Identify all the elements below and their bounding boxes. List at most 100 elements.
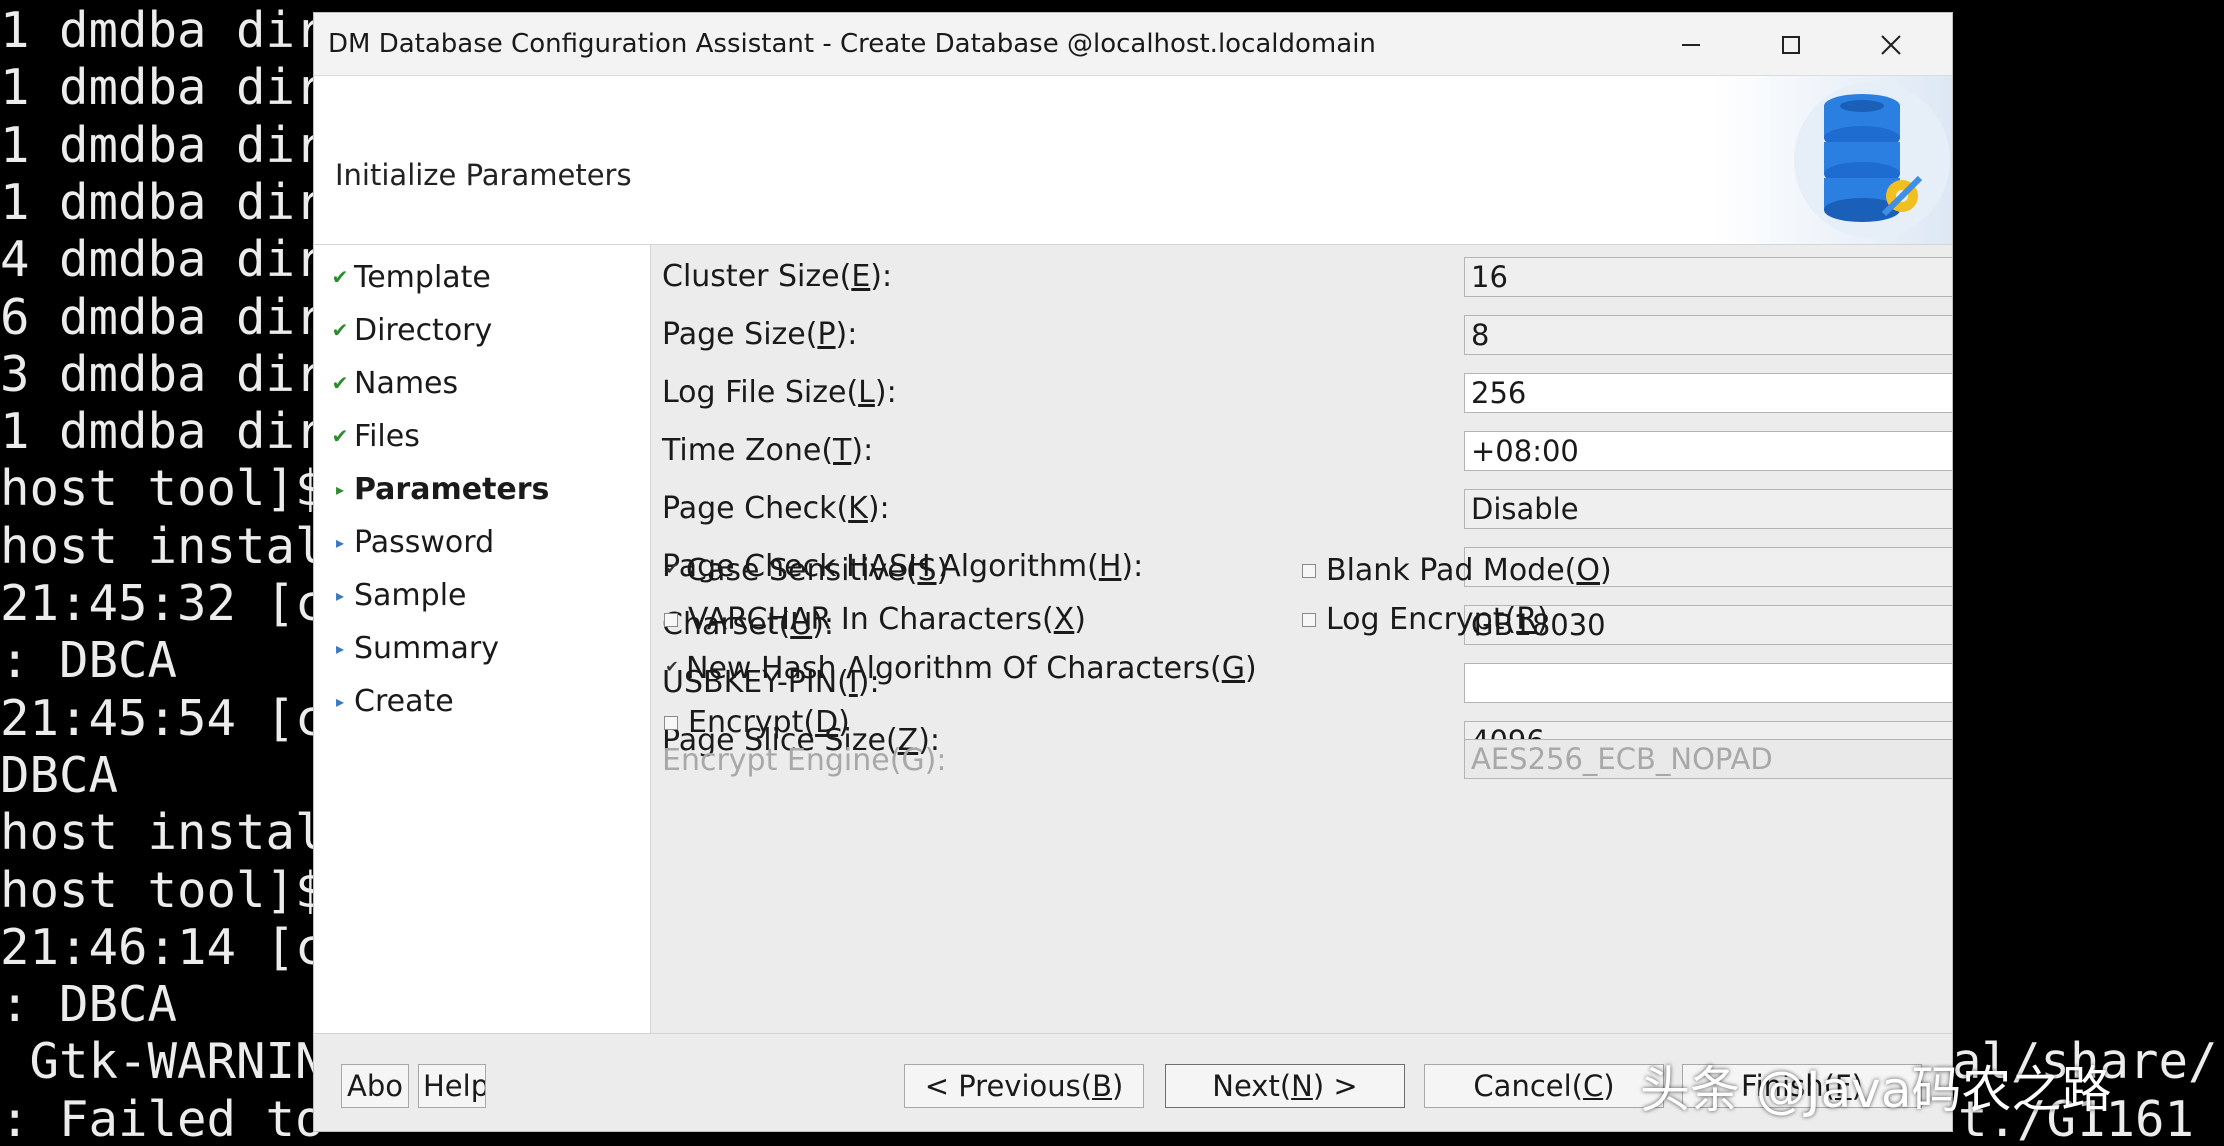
terminal-line: : Failed to bbox=[0, 1090, 325, 1146]
checkbox-row[interactable]: Blank Pad Mode(O) bbox=[1302, 553, 1612, 588]
mnemonic-key: B bbox=[1092, 1069, 1112, 1103]
label-text: ): bbox=[874, 375, 897, 410]
mnemonic-key: C bbox=[1582, 1069, 1604, 1103]
dbca-dialog: DM Database Configuration Assistant - Cr… bbox=[313, 12, 1953, 1132]
bullet-arrow-icon: ▸ bbox=[335, 479, 345, 499]
field-value: AES256_ECB_NOPAD bbox=[1471, 742, 1773, 776]
encrypt-engine-select: AES256_ECB_NOPAD⌄ bbox=[1464, 739, 1952, 779]
close-button[interactable] bbox=[1841, 19, 1941, 71]
label-text: Blank Pad Mode( bbox=[1326, 553, 1577, 588]
previous-button[interactable]: < Previous(B) bbox=[904, 1064, 1144, 1108]
step-label: Summary bbox=[354, 630, 499, 666]
label-text: ) bbox=[1111, 1069, 1124, 1103]
cancel-button[interactable]: Cancel(C) bbox=[1424, 1064, 1664, 1108]
field-value: Disable bbox=[1471, 492, 1579, 526]
step-label: Parameters bbox=[354, 471, 550, 507]
checkbox-label: Blank Pad Mode(O) bbox=[1326, 553, 1612, 588]
label-text: Page Size( bbox=[662, 317, 818, 352]
checkbox-checked-icon[interactable]: ✔ bbox=[664, 658, 680, 677]
step-files[interactable]: ✔ Files bbox=[330, 416, 420, 456]
minimize-button[interactable] bbox=[1641, 19, 1741, 71]
mnemonic-key: E bbox=[851, 259, 871, 294]
checkbox-row[interactable]: Encrypt(D) bbox=[664, 705, 850, 740]
label-text: ) bbox=[1244, 651, 1257, 686]
terminal-line: host instal bbox=[0, 804, 325, 862]
checkbox-row[interactable]: ✔ Case Sensitive(S) bbox=[664, 553, 948, 588]
label-text: ) bbox=[1603, 1069, 1615, 1103]
terminal-line: 21:45:32 [co bbox=[0, 575, 355, 632]
terminal-line: 6 dmdba dir bbox=[0, 288, 325, 346]
label-text: ): bbox=[835, 317, 858, 352]
checkbox-unchecked-icon[interactable] bbox=[664, 612, 678, 627]
checkbox-unchecked-icon[interactable] bbox=[1302, 563, 1316, 578]
checkbox-unchecked-icon[interactable] bbox=[1302, 612, 1316, 627]
mnemonic-key: N bbox=[1291, 1069, 1313, 1103]
step-label: Sample bbox=[354, 577, 467, 613]
terminal-line: 3 dmdba dir bbox=[0, 345, 325, 403]
check-icon: ✔ bbox=[331, 265, 349, 289]
param-input[interactable]: 256 bbox=[1464, 373, 1952, 413]
step-template[interactable]: ✔ Template bbox=[330, 257, 491, 297]
next-button[interactable]: Next(N) > bbox=[1165, 1064, 1405, 1108]
label-text: ) > bbox=[1312, 1069, 1358, 1103]
label-text: ) bbox=[1600, 553, 1612, 588]
page-title: Initialize Parameters bbox=[335, 158, 632, 192]
label-text: Case Sensitive( bbox=[686, 553, 918, 588]
param-select[interactable]: 8⌄ bbox=[1464, 315, 1952, 355]
step-directory[interactable]: ✔ Directory bbox=[330, 310, 493, 350]
param-select[interactable]: Disable⌄ bbox=[1464, 489, 1952, 529]
checkbox-label: New Hash Algorithm Of Characters(G) bbox=[686, 651, 1257, 686]
label-text: Time Zone( bbox=[662, 433, 834, 468]
checkbox-checked-icon[interactable]: ✔ bbox=[664, 560, 680, 579]
field-value: +08:00 bbox=[1471, 434, 1579, 468]
check-icon: ✔ bbox=[331, 318, 349, 342]
title-bar[interactable]: DM Database Configuration Assistant - Cr… bbox=[314, 13, 1952, 76]
bullet-arrow-icon: ▸ bbox=[335, 532, 345, 552]
bullet-arrow-icon: ▸ bbox=[335, 638, 345, 658]
param-select[interactable]: 16⌄ bbox=[1464, 257, 1952, 297]
label-text: Cluster Size( bbox=[662, 259, 852, 294]
terminal-line: host tool]$ bbox=[0, 861, 325, 919]
param-input[interactable] bbox=[1464, 663, 1952, 703]
checkbox-row[interactable]: Log Encrypt(R) bbox=[1302, 602, 1549, 637]
step-label: Template bbox=[354, 259, 491, 295]
mnemonic-key: S bbox=[917, 553, 937, 588]
step-password[interactable]: ▸ Password bbox=[330, 522, 494, 562]
terminal-line: 21:45:54 [co bbox=[0, 689, 355, 747]
label-text: Cancel( bbox=[1473, 1069, 1583, 1103]
checkbox-row[interactable]: ✔ New Hash Algorithm Of Characters(G) bbox=[664, 651, 1257, 686]
checkbox-row[interactable]: VARCHAR In Characters(X) bbox=[664, 602, 1086, 637]
terminal-line: 1 dmdba dir bbox=[0, 59, 325, 117]
label-text: Next( bbox=[1212, 1069, 1292, 1103]
encrypt-engine-label: Encrypt Engine(G): bbox=[662, 743, 947, 778]
mnemonic-key: T bbox=[833, 433, 852, 468]
mnemonic-key: L bbox=[858, 375, 875, 410]
step-parameters[interactable]: ▸ Parameters bbox=[330, 469, 549, 509]
step-sample[interactable]: ▸ Sample bbox=[330, 575, 467, 615]
step-create[interactable]: ▸ Create bbox=[330, 681, 454, 721]
label-text: ): bbox=[851, 433, 874, 468]
checkbox-label: VARCHAR In Characters(X) bbox=[688, 602, 1086, 637]
terminal-line: : DBCA bbox=[0, 632, 178, 690]
mnemonic-key: P bbox=[817, 317, 836, 352]
check-icon: ✔ bbox=[331, 424, 349, 448]
terminal-line: : DBCA bbox=[0, 976, 178, 1034]
param-input[interactable]: +08:00 bbox=[1464, 431, 1952, 471]
help-button[interactable]: Help bbox=[418, 1064, 486, 1108]
label-text: VARCHAR In Characters( bbox=[688, 602, 1054, 637]
about-button[interactable]: Abo bbox=[341, 1064, 409, 1108]
close-icon bbox=[1881, 35, 1901, 55]
param-label: Page Check(K): bbox=[662, 491, 890, 526]
checkbox-unchecked-icon[interactable] bbox=[664, 715, 678, 730]
step-summary[interactable]: ▸ Summary bbox=[330, 628, 499, 668]
window-title: DM Database Configuration Assistant - Cr… bbox=[328, 29, 1376, 59]
mnemonic-key: G bbox=[1221, 651, 1245, 686]
step-names[interactable]: ✔ Names bbox=[330, 363, 459, 403]
maximize-button[interactable] bbox=[1741, 19, 1841, 71]
field-value: 256 bbox=[1471, 376, 1527, 410]
param-label: Cluster Size(E): bbox=[662, 259, 892, 294]
mnemonic-key: R bbox=[1516, 602, 1538, 637]
step-label: Directory bbox=[354, 312, 493, 348]
label-text: Log File Size( bbox=[662, 375, 859, 410]
terminal-line: 4 dmdba dir bbox=[0, 231, 325, 289]
